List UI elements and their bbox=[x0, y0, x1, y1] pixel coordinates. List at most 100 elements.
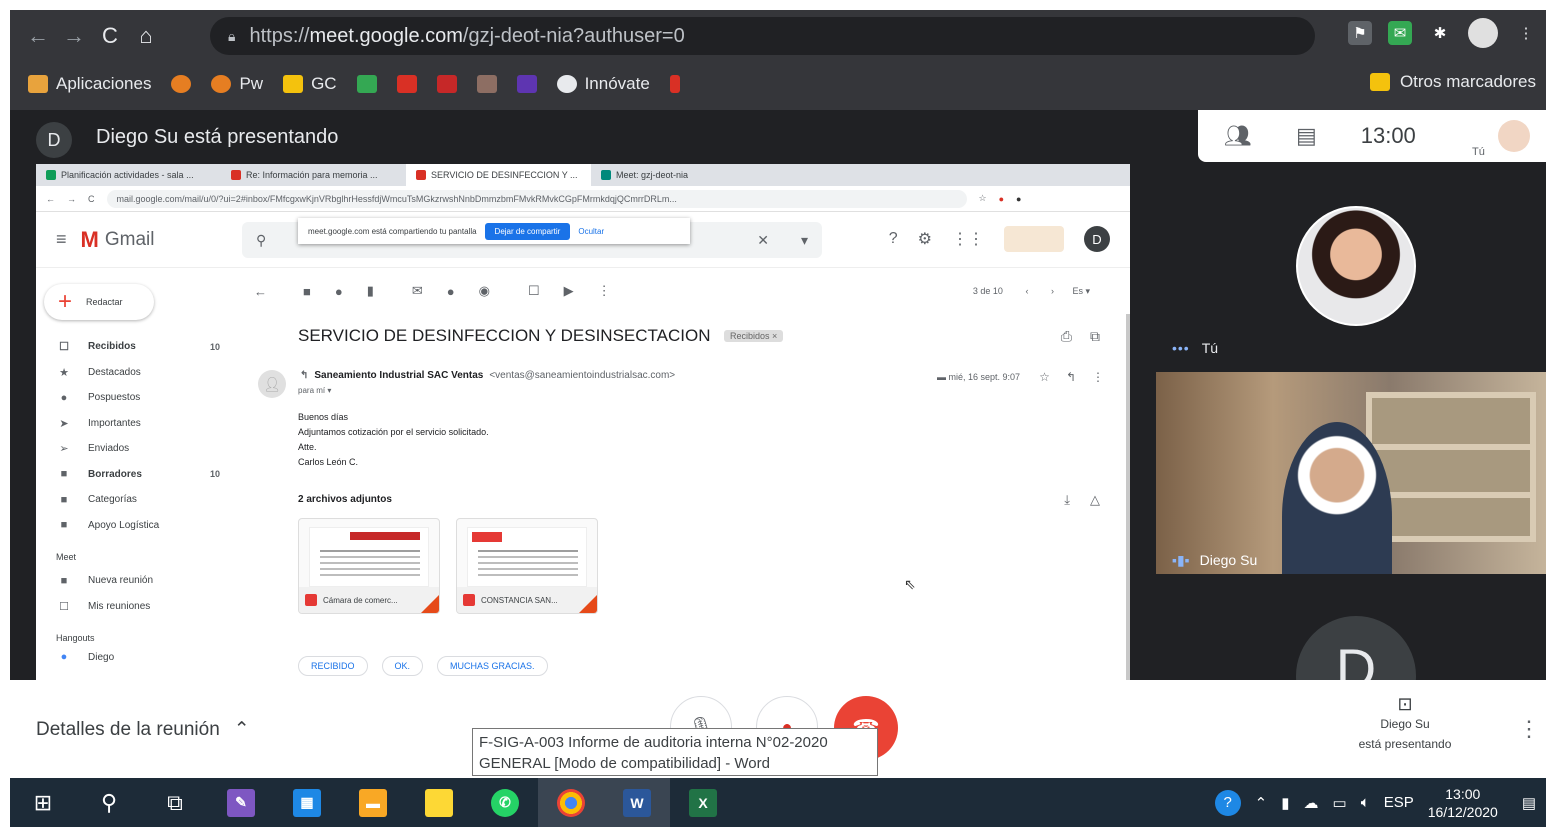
reload-button[interactable]: C bbox=[92, 18, 128, 54]
shared-tab-active[interactable]: SERVICIO DE DESINFECCION Y ... bbox=[406, 164, 591, 186]
sidebar-item-my-meetings[interactable]: ☐ Mis reuniones bbox=[36, 594, 246, 620]
clear-icon[interactable]: ✕ bbox=[757, 232, 769, 249]
more-options-icon[interactable]: ⋮ bbox=[1518, 716, 1540, 742]
sidebar-item-new-meeting[interactable]: ■ Nueva reunión bbox=[36, 568, 246, 594]
extension-icon[interactable]: ✉ bbox=[1388, 21, 1412, 45]
hide-button[interactable]: Ocultar bbox=[578, 227, 604, 236]
sidebar-item-important[interactable]: ➤ Importantes bbox=[36, 411, 246, 437]
language-indicator[interactable]: ESP bbox=[1384, 794, 1414, 811]
bookmark[interactable]: GC bbox=[283, 74, 337, 94]
input-tools-icon[interactable]: Es ▾ bbox=[1072, 286, 1090, 296]
extension-icon[interactable]: ⚑ bbox=[1348, 21, 1372, 45]
sidebar-item-snoozed[interactable]: ● Pospuestos bbox=[36, 385, 246, 411]
notifications-icon[interactable]: ▤ bbox=[1522, 794, 1536, 812]
chevron-down-icon[interactable]: ▾ bbox=[801, 232, 808, 249]
sidebar-item-categories[interactable]: ■ Categorías bbox=[36, 487, 246, 513]
apps-grid-icon[interactable]: ⋮⋮ bbox=[952, 229, 984, 249]
account-avatar[interactable]: D bbox=[1084, 226, 1110, 252]
bookmark[interactable]: Pw bbox=[211, 74, 263, 94]
mark-unread-icon[interactable]: ✉ bbox=[412, 283, 423, 299]
star-icon[interactable]: ☆ bbox=[979, 193, 987, 204]
volume-icon[interactable]: 🔈︎ bbox=[1361, 794, 1370, 811]
shared-url[interactable]: mail.google.com/mail/u/0/?ui=2#inbox/FMf… bbox=[106, 189, 967, 208]
delete-icon[interactable]: ▮ bbox=[367, 283, 374, 299]
star-icon[interactable]: ☆ bbox=[1039, 370, 1050, 384]
taskbar-app[interactable]: ▬ bbox=[340, 778, 406, 827]
bookmark[interactable] bbox=[476, 75, 497, 93]
sidebar-item-sent[interactable]: ➢ Enviados bbox=[36, 436, 246, 462]
reload-icon[interactable]: C bbox=[88, 194, 95, 204]
sidebar-item-inbox[interactable]: ☐ Recibidos 10 bbox=[36, 334, 246, 360]
taskbar-app[interactable]: ✆ bbox=[472, 778, 538, 827]
more-icon[interactable]: ⋮ bbox=[598, 283, 611, 299]
download-icon[interactable]: ⤓ bbox=[1064, 492, 1070, 508]
label-icon[interactable]: ▶ bbox=[564, 283, 574, 299]
sidebar-item-drafts[interactable]: ■ Borradores 10 bbox=[36, 462, 246, 488]
forward-icon[interactable]: → bbox=[67, 194, 76, 204]
more-icon[interactable]: ⋮ bbox=[1092, 370, 1104, 384]
bookmark[interactable] bbox=[356, 75, 377, 93]
shared-tab[interactable]: Meet: gzj-deot-nia bbox=[591, 164, 776, 186]
back-button[interactable]: ← bbox=[20, 18, 56, 54]
home-button[interactable]: ⌂ bbox=[128, 18, 164, 54]
taskbar-app[interactable] bbox=[538, 778, 604, 827]
chevron-up-icon[interactable]: ⌃ bbox=[1255, 794, 1268, 812]
next-icon[interactable]: › bbox=[1051, 286, 1054, 296]
bookmark[interactable] bbox=[436, 75, 457, 93]
usb-icon[interactable]: ▮ bbox=[1281, 794, 1289, 812]
help-icon[interactable]: ? bbox=[1214, 789, 1241, 816]
settings-icon[interactable]: ⚙ bbox=[918, 229, 932, 249]
smart-reply-button[interactable]: OK. bbox=[381, 656, 424, 676]
puzzle-icon[interactable]: ✱ bbox=[1428, 21, 1452, 45]
drive-icon[interactable]: △ bbox=[1090, 492, 1100, 508]
account-logo[interactable] bbox=[1004, 226, 1064, 252]
self-thumbnail[interactable] bbox=[1498, 120, 1530, 152]
task-view-button[interactable]: ⧉ bbox=[142, 778, 208, 827]
smart-reply-button[interactable]: MUCHAS GRACIAS. bbox=[437, 656, 548, 676]
sidebar-item-apoyo-logistica[interactable]: ■ Apoyo Logística bbox=[36, 513, 246, 539]
shared-tab[interactable]: Planificación actividades - sala ... bbox=[36, 164, 221, 186]
meeting-details-button[interactable]: Detalles de la reunión ⌃ bbox=[36, 718, 250, 741]
bookmark[interactable]: Innóvate bbox=[556, 74, 650, 94]
recipient-toggle[interactable]: para mí ▾ bbox=[298, 386, 331, 395]
smart-reply-button[interactable]: RECIBIDO bbox=[298, 656, 368, 676]
presenting-button[interactable]: ⊡ Diego Su está presentando bbox=[1330, 694, 1480, 754]
start-button[interactable]: ⊞ bbox=[10, 778, 76, 827]
bookmark[interactable]: Aplicaciones bbox=[28, 74, 151, 94]
battery-icon[interactable]: ▭ bbox=[1333, 794, 1347, 812]
profile-avatar[interactable] bbox=[1468, 18, 1498, 48]
taskbar-clock[interactable]: 13:00 16/12/2020 bbox=[1428, 785, 1498, 821]
compose-button[interactable]: + Redactar bbox=[44, 284, 154, 320]
taskbar-app[interactable]: ✎ bbox=[208, 778, 274, 827]
archive-icon[interactable]: ■ bbox=[303, 284, 311, 299]
back-arrow-icon[interactable]: ← bbox=[254, 284, 267, 299]
add-task-icon[interactable]: ◉ bbox=[479, 283, 490, 299]
move-to-icon[interactable]: ☐ bbox=[528, 283, 540, 299]
attachment-card[interactable]: CONSTANCIA SAN... bbox=[456, 518, 598, 614]
people-icon[interactable]: 👥︎ bbox=[1224, 123, 1252, 149]
more-options-icon[interactable]: ••• bbox=[1172, 340, 1190, 356]
shared-tab[interactable]: Re: Información para memoria ... bbox=[221, 164, 406, 186]
taskbar-app[interactable]: ▦ bbox=[274, 778, 340, 827]
help-icon[interactable]: ? bbox=[889, 230, 898, 248]
hangouts-user[interactable]: ● Diego bbox=[36, 649, 246, 665]
label-chip[interactable]: Recibidos × bbox=[724, 330, 784, 342]
extension-icon[interactable]: ● bbox=[999, 194, 1004, 204]
forward-button[interactable]: → bbox=[56, 18, 92, 54]
bookmark[interactable] bbox=[396, 75, 417, 93]
search-button[interactable]: ⚲ bbox=[76, 778, 142, 827]
bookmark[interactable] bbox=[171, 75, 192, 93]
taskbar-app[interactable] bbox=[406, 778, 472, 827]
snooze-icon[interactable]: ● bbox=[447, 284, 455, 299]
chat-icon[interactable]: ▤ bbox=[1296, 123, 1317, 149]
open-new-window-icon[interactable]: ⧉ bbox=[1090, 328, 1100, 345]
menu-icon[interactable]: ⋮ bbox=[1514, 21, 1538, 45]
hamburger-icon[interactable]: ≡ bbox=[56, 229, 67, 250]
back-icon[interactable]: ← bbox=[46, 194, 55, 204]
attachment-card[interactable]: Cámara de comerc... bbox=[298, 518, 440, 614]
reply-icon[interactable]: ↰ bbox=[1066, 370, 1076, 384]
print-icon[interactable]: ⎙ bbox=[1061, 328, 1072, 345]
cloud-icon[interactable]: ☁ bbox=[1304, 794, 1319, 812]
omnibox[interactable]: 🔒︎ https://meet.google.com/gzj-deot-nia?… bbox=[210, 17, 1315, 55]
prev-icon[interactable]: ‹ bbox=[1025, 286, 1028, 296]
